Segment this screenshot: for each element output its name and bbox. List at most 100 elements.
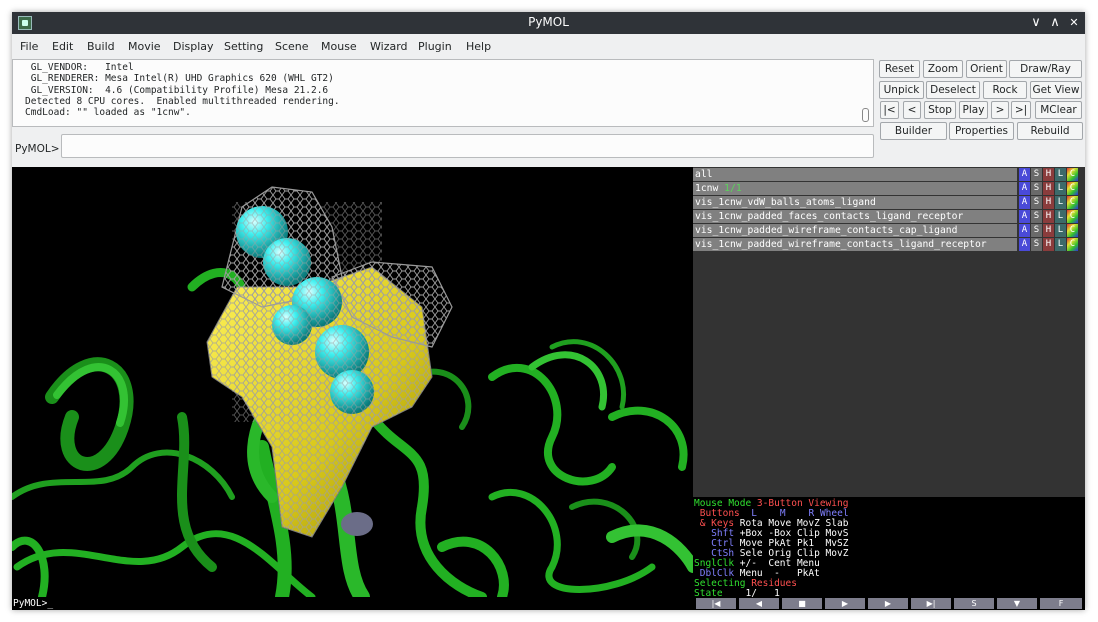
object-row-wireframe-cap[interactable]: vis_1cnw_padded_wireframe_contacts_cap_l… — [693, 224, 1085, 238]
object-name[interactable]: vis_1cnw_vdW_balls_atoms_ligand — [693, 196, 1017, 209]
next-state-button[interactable]: ▶ — [868, 598, 908, 609]
label-button[interactable]: L — [1055, 182, 1066, 195]
object-name[interactable]: vis_1cnw_padded_wireframe_contacts_cap_l… — [693, 224, 1017, 237]
show-button[interactable]: S — [1031, 224, 1042, 237]
close-icon[interactable]: ✕ — [1065, 14, 1083, 32]
action-button[interactable]: A — [1019, 210, 1030, 223]
menu-bar: File Edit Build Movie Display Setting Sc… — [12, 34, 1085, 59]
action-button[interactable]: A — [1019, 196, 1030, 209]
draw-ray-button[interactable]: Draw/Ray — [1009, 60, 1082, 78]
next-frame-button[interactable]: > — [991, 101, 1009, 119]
action-button[interactable]: A — [1019, 168, 1030, 181]
hide-button[interactable]: H — [1043, 168, 1054, 181]
play-state-button[interactable]: ▶ — [825, 598, 865, 609]
menu-file[interactable]: File — [20, 40, 38, 53]
rock-button[interactable]: Rock — [983, 81, 1027, 99]
last-state-button[interactable]: ▶| — [911, 598, 951, 609]
output-log[interactable]: GL_VENDOR: Intel GL_RENDERER: Mesa Intel… — [12, 59, 874, 127]
state-control-bar: |◀ ◀ ■ ▶ ▶ ▶| S ▼ F — [693, 597, 1085, 610]
command-input[interactable] — [61, 134, 874, 158]
color-button[interactable]: C — [1067, 196, 1078, 209]
minimize-icon[interactable]: ∨ — [1027, 14, 1045, 32]
stop-button[interactable]: Stop — [924, 101, 956, 119]
orient-button[interactable]: Orient — [966, 60, 1007, 78]
color-button[interactable]: C — [1067, 210, 1078, 223]
title-bar: PyMOL ∨ ∧ ✕ — [12, 12, 1085, 34]
object-row-faces-contacts[interactable]: vis_1cnw_padded_faces_contacts_ligand_re… — [693, 210, 1085, 224]
menu-display[interactable]: Display — [173, 40, 214, 53]
unpick-button[interactable]: Unpick — [879, 81, 924, 99]
state-menu-button[interactable]: ▼ — [997, 598, 1037, 609]
first-frame-button[interactable]: |< — [880, 101, 899, 119]
hide-button[interactable]: H — [1043, 210, 1054, 223]
log-scroll-thumb[interactable] — [862, 108, 869, 122]
first-state-button[interactable]: |◀ — [696, 598, 736, 609]
color-button[interactable]: C — [1067, 182, 1078, 195]
viewer-prompt[interactable]: PyMOL>_ — [12, 597, 694, 610]
label-button[interactable]: L — [1055, 238, 1066, 251]
show-button[interactable]: S — [1031, 182, 1042, 195]
menu-wizard[interactable]: Wizard — [370, 40, 408, 53]
molecular-viewport[interactable] — [12, 167, 693, 597]
play-button[interactable]: Play — [959, 101, 988, 119]
label-button[interactable]: L — [1055, 224, 1066, 237]
menu-setting[interactable]: Setting — [224, 40, 263, 53]
menu-mouse[interactable]: Mouse — [321, 40, 357, 53]
menu-movie[interactable]: Movie — [128, 40, 161, 53]
menu-plugin[interactable]: Plugin — [418, 40, 452, 53]
builder-button[interactable]: Builder — [880, 122, 947, 140]
menu-build[interactable]: Build — [87, 40, 115, 53]
prev-frame-button[interactable]: < — [903, 101, 921, 119]
get-view-button[interactable]: Get View — [1030, 81, 1082, 99]
log-line: GL_VENDOR: Intel — [25, 62, 134, 73]
action-button[interactable]: A — [1019, 182, 1030, 195]
maximize-icon[interactable]: ∧ — [1046, 14, 1064, 32]
menu-help[interactable]: Help — [466, 40, 491, 53]
action-button[interactable]: A — [1019, 224, 1030, 237]
log-line: GL_RENDERER: Mesa Intel(R) UHD Graphics … — [25, 73, 334, 85]
prev-state-button[interactable]: ◀ — [739, 598, 779, 609]
scene-button[interactable]: S — [954, 598, 994, 609]
object-row-1cnw[interactable]: 1cnw 1/1 A S H L C — [693, 182, 1085, 196]
object-name[interactable]: vis_1cnw_padded_wireframe_contacts_ligan… — [693, 238, 1017, 251]
mclear-button[interactable]: MClear — [1035, 101, 1082, 119]
object-row-all[interactable]: all A S H L C — [693, 168, 1085, 182]
molecule-render — [12, 186, 693, 597]
label-button[interactable]: L — [1055, 210, 1066, 223]
pymol-window: PyMOL ∨ ∧ ✕ File Edit Build Movie Displa… — [12, 12, 1085, 610]
mouse-mode-panel: Mouse Mode 3-Button Viewing Buttons L M … — [693, 497, 1085, 598]
object-name[interactable]: all — [693, 168, 1017, 181]
log-line: Detected 8 CPU cores. Enabled multithrea… — [25, 95, 340, 107]
menu-edit[interactable]: Edit — [52, 40, 73, 53]
reset-button[interactable]: Reset — [879, 60, 920, 78]
hide-button[interactable]: H — [1043, 224, 1054, 237]
object-row-wireframe-receptor[interactable]: vis_1cnw_padded_wireframe_contacts_ligan… — [693, 238, 1085, 252]
properties-button[interactable]: Properties — [949, 122, 1014, 140]
show-button[interactable]: S — [1031, 238, 1042, 251]
object-row-vdw-balls[interactable]: vis_1cnw_vdW_balls_atoms_ligand A S H L … — [693, 196, 1085, 210]
label-button[interactable]: L — [1055, 168, 1066, 181]
stop-state-button[interactable]: ■ — [782, 598, 822, 609]
rebuild-button[interactable]: Rebuild — [1017, 122, 1083, 140]
metal-ion — [341, 512, 373, 536]
hide-button[interactable]: H — [1043, 182, 1054, 195]
action-button[interactable]: A — [1019, 238, 1030, 251]
show-button[interactable]: S — [1031, 196, 1042, 209]
zoom-button[interactable]: Zoom — [923, 60, 963, 78]
object-name[interactable]: 1cnw 1/1 — [693, 182, 1017, 195]
show-button[interactable]: S — [1031, 168, 1042, 181]
command-prompt-label: PyMOL> — [15, 143, 60, 155]
object-name[interactable]: vis_1cnw_padded_faces_contacts_ligand_re… — [693, 210, 1017, 223]
hide-button[interactable]: H — [1043, 238, 1054, 251]
deselect-button[interactable]: Deselect — [926, 81, 980, 99]
label-button[interactable]: L — [1055, 196, 1066, 209]
color-button[interactable]: C — [1067, 168, 1078, 181]
hide-button[interactable]: H — [1043, 196, 1054, 209]
log-scrollbar[interactable] — [861, 62, 871, 124]
show-button[interactable]: S — [1031, 210, 1042, 223]
menu-scene[interactable]: Scene — [275, 40, 309, 53]
color-button[interactable]: C — [1067, 238, 1078, 251]
last-frame-button[interactable]: >| — [1011, 101, 1031, 119]
fullscreen-button[interactable]: F — [1040, 598, 1082, 609]
color-button[interactable]: C — [1067, 224, 1078, 237]
